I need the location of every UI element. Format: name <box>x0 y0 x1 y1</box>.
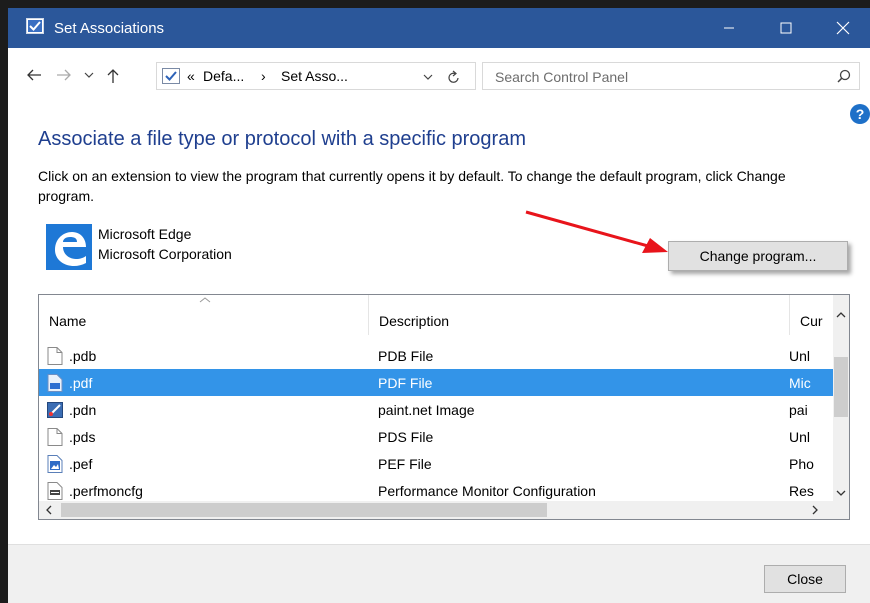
list-item-name: .pds <box>69 429 96 445</box>
control-panel-icon <box>26 18 44 34</box>
list-item-current-default: Unl <box>789 348 811 364</box>
list-item-description: PDB File <box>378 348 434 364</box>
list-item-description: paint.net Image <box>378 402 475 418</box>
list-item-description: Performance Monitor Configuration <box>378 483 596 499</box>
list-item-current-default: Unl <box>789 429 811 445</box>
column-header-current-default[interactable]: Cur <box>790 295 833 335</box>
minimize-button[interactable] <box>706 8 752 48</box>
window-frame-left <box>0 0 8 603</box>
blank-file-icon <box>47 428 63 446</box>
close-window-button[interactable] <box>820 8 866 48</box>
list-item-current-default: Res <box>789 483 814 499</box>
window-frame-top <box>8 0 870 8</box>
close-icon <box>836 21 850 35</box>
paintnet-icon <box>47 402 63 418</box>
column-header-name[interactable]: Name <box>39 295 369 335</box>
breadcrumb-default-programs[interactable]: Defa... <box>203 68 244 84</box>
set-associations-window: Set Associations « Defa... › Set Asso...… <box>8 8 870 603</box>
list-item-name: .pdf <box>69 375 93 391</box>
list-item-description: PDS File <box>378 429 434 445</box>
list-item-name: .pdb <box>69 348 97 364</box>
page-title: Associate a file type or protocol with a… <box>38 128 526 150</box>
breadcrumb-separator: › <box>261 68 266 84</box>
list-item-name: .pdn <box>69 402 97 418</box>
list-item[interactable]: .pdb PDB File Unl <box>39 342 833 369</box>
microsoft-edge-logo-icon <box>46 224 92 270</box>
sort-ascending-icon <box>199 297 211 303</box>
vertical-scrollbar[interactable] <box>833 295 849 501</box>
file-type-list[interactable]: Name Description Cur .pdb PDB File Unl .… <box>38 294 850 520</box>
maximize-button[interactable] <box>763 8 809 48</box>
list-item-name: .pef <box>69 456 93 472</box>
list-item[interactable]: .perfmoncfg Performance Monitor Configur… <box>39 477 833 504</box>
breadcrumb-set-associations[interactable]: Set Asso... <box>281 68 348 84</box>
scroll-right-icon[interactable] <box>811 505 819 515</box>
horizontal-scrollbar[interactable] <box>39 501 849 519</box>
address-bar: « Defa... › Set Asso... Search Control P… <box>8 48 870 100</box>
photo-file-icon <box>47 455 63 473</box>
list-item-selected[interactable]: .pdf PDF File Mic <box>39 369 833 396</box>
list-item-description: PDF File <box>378 375 433 391</box>
forward-arrow-icon[interactable] <box>56 68 72 82</box>
recent-locations-chevron-icon[interactable] <box>84 72 94 80</box>
column-header-description-label: Description <box>379 313 450 329</box>
list-item[interactable]: .pdn paint.net Image pai <box>39 396 833 423</box>
refresh-icon[interactable] <box>447 69 461 85</box>
window-title: Set Associations <box>54 20 165 37</box>
scroll-up-icon[interactable] <box>836 311 846 319</box>
pdf-file-icon <box>47 374 63 392</box>
back-arrow-icon[interactable] <box>26 68 42 82</box>
horizontal-scroll-thumb[interactable] <box>61 503 547 517</box>
close-button[interactable]: Close <box>764 565 846 593</box>
breadcrumb[interactable]: « Defa... › Set Asso... <box>156 62 476 90</box>
change-program-button[interactable]: Change program... <box>668 241 848 271</box>
list-item-name: .perfmoncfg <box>69 483 143 499</box>
blank-file-icon <box>47 347 63 365</box>
page-description: Click on an extension to view the progra… <box>38 168 786 204</box>
list-item[interactable]: .pef PEF File Pho <box>39 450 833 477</box>
minimize-icon <box>724 27 734 29</box>
search-input[interactable]: Search Control Panel <box>482 62 860 90</box>
column-header-current-label: Cur <box>800 313 823 329</box>
dialog-footer: Close <box>8 544 870 603</box>
program-name: Microsoft Edge <box>98 226 192 242</box>
column-header-name-label: Name <box>49 313 87 329</box>
scroll-left-icon[interactable] <box>45 505 53 515</box>
search-placeholder: Search Control Panel <box>495 69 629 85</box>
list-item-current-default: Mic <box>789 375 811 391</box>
list-header: Name Description Cur <box>39 295 849 335</box>
help-icon[interactable]: ? <box>850 104 870 124</box>
list-item-description: PEF File <box>378 456 432 472</box>
up-arrow-icon[interactable] <box>106 68 120 84</box>
annotation-arrow-icon <box>525 210 668 253</box>
search-icon[interactable] <box>837 69 851 83</box>
scroll-down-icon[interactable] <box>836 489 846 497</box>
control-panel-icon <box>162 68 180 84</box>
list-item-current-default: pai <box>789 402 808 418</box>
list-item[interactable]: .pds PDS File Unl <box>39 423 833 450</box>
program-company: Microsoft Corporation <box>98 246 232 262</box>
column-header-description[interactable]: Description <box>369 295 790 335</box>
perfmon-icon <box>47 482 63 500</box>
vertical-scroll-thumb[interactable] <box>834 357 848 417</box>
address-dropdown-icon[interactable] <box>423 74 433 82</box>
maximize-icon <box>780 22 792 34</box>
list-item-current-default: Pho <box>789 456 814 472</box>
title-bar[interactable]: Set Associations <box>8 8 870 48</box>
breadcrumb-overflow[interactable]: « <box>187 68 195 84</box>
